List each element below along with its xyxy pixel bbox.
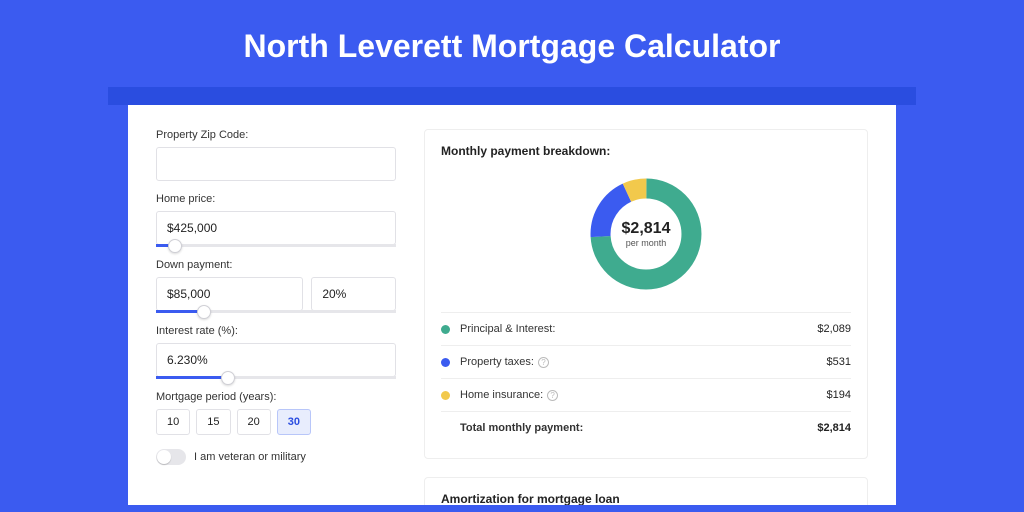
donut-center-value: $2,814 [622,220,671,238]
veteran-label: I am veteran or military [194,451,306,463]
legend-label-text: Home insurance: [460,389,543,401]
slider-thumb[interactable] [197,305,211,319]
legend-amount: $194 [827,389,851,401]
period-option-15[interactable]: 15 [196,409,230,435]
legend-amount: $531 [827,356,851,368]
breakdown-title: Monthly payment breakdown: [441,144,851,158]
inputs-panel: Property Zip Code: Home price: Down paym… [156,129,396,505]
legend-dot-blue [441,358,450,367]
legend-label: Property taxes: ? [460,356,827,368]
header-accent-bar [108,87,916,105]
breakdown-panel: Monthly payment breakdown: $2,814 per mo… [424,129,868,459]
period-field: Mortgage period (years): 10 15 20 30 [156,391,396,435]
period-option-20[interactable]: 20 [237,409,271,435]
legend-total-label: Total monthly payment: [460,422,817,434]
home-price-slider[interactable] [156,244,396,247]
period-option-10[interactable]: 10 [156,409,190,435]
home-price-label: Home price: [156,193,396,205]
legend-label: Home insurance: ? [460,389,827,401]
veteran-row: I am veteran or military [156,449,396,465]
period-label: Mortgage period (years): [156,391,396,403]
donut-chart-wrap: $2,814 per month [441,166,851,312]
interest-rate-field: Interest rate (%): [156,325,396,379]
home-price-field: Home price: [156,193,396,247]
legend-dot-yellow [441,391,450,400]
legend-row-taxes: Property taxes: ? $531 [441,346,851,379]
down-payment-label: Down payment: [156,259,396,271]
legend-label-text: Property taxes: [460,356,534,368]
page-title: North Leverett Mortgage Calculator [0,0,1024,87]
donut-chart: $2,814 per month [586,174,706,294]
results-panel: Monthly payment breakdown: $2,814 per mo… [424,129,868,505]
zip-field: Property Zip Code: [156,129,396,181]
interest-rate-input[interactable] [156,343,396,377]
interest-rate-slider[interactable] [156,376,396,379]
interest-rate-label: Interest rate (%): [156,325,396,337]
legend-total-amount: $2,814 [817,422,851,434]
down-payment-field: Down payment: [156,259,396,313]
legend-row-total: Total monthly payment: $2,814 [441,412,851,444]
toggle-knob [157,450,171,464]
legend-dot-green [441,325,450,334]
amortization-panel: Amortization for mortgage loan Amortizat… [424,477,868,505]
home-price-input[interactable] [156,211,396,245]
period-option-30[interactable]: 30 [277,409,311,435]
donut-center: $2,814 per month [586,174,706,294]
legend: Principal & Interest: $2,089 Property ta… [441,312,851,444]
legend-amount: $2,089 [817,323,851,335]
slider-thumb[interactable] [168,239,182,253]
down-payment-amount-input[interactable] [156,277,303,311]
amortization-title: Amortization for mortgage loan [441,492,851,505]
zip-label: Property Zip Code: [156,129,396,141]
legend-row-principal: Principal & Interest: $2,089 [441,313,851,346]
donut-center-sub: per month [626,238,667,248]
period-options: 10 15 20 30 [156,409,396,435]
legend-label: Principal & Interest: [460,323,817,335]
veteran-toggle[interactable] [156,449,186,465]
legend-row-insurance: Home insurance: ? $194 [441,379,851,412]
down-payment-percent-input[interactable] [311,277,396,311]
slider-thumb[interactable] [221,371,235,385]
zip-input[interactable] [156,147,396,181]
down-payment-slider[interactable] [156,310,396,313]
calculator-card: Property Zip Code: Home price: Down paym… [128,105,896,505]
info-icon[interactable]: ? [538,357,549,368]
info-icon[interactable]: ? [547,390,558,401]
